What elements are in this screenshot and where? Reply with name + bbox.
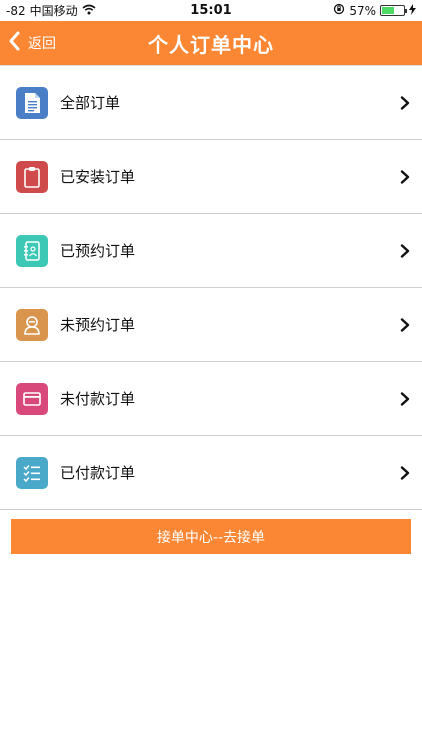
document-icon (16, 86, 48, 119)
battery-fill (382, 7, 394, 14)
menu-item-unpaid-orders[interactable]: 未付款订单 (0, 362, 422, 436)
menu-item-label: 已预约订单 (60, 242, 136, 260)
chevron-right-icon (398, 391, 412, 406)
page-title: 个人订单中心 (148, 32, 274, 57)
chevron-right-icon (398, 465, 412, 480)
chevron-right-icon (398, 169, 412, 184)
back-button[interactable]: 返回 (0, 21, 56, 65)
status-bar: -82 中国移动 15:01 57% (0, 0, 422, 21)
chevron-left-icon (8, 31, 20, 55)
orientation-lock-icon (333, 3, 345, 18)
signal-strength: -82 (6, 3, 26, 18)
battery-icon (380, 5, 407, 16)
menu-item-label: 未预约订单 (60, 316, 136, 334)
status-left: -82 中国移动 (6, 2, 96, 19)
chevron-right-icon (398, 95, 412, 110)
battery-percent: 57% (349, 3, 376, 18)
chevron-right-icon (398, 317, 412, 332)
wifi-icon (82, 4, 96, 18)
notebook-icon (16, 234, 48, 267)
menu-item-label: 已付款订单 (60, 464, 136, 482)
clipboard-icon (16, 160, 48, 193)
status-right: 57% (333, 3, 416, 18)
person-icon (16, 308, 48, 341)
charging-icon (409, 3, 416, 18)
menu-item-all-orders[interactable]: 全部订单 (0, 66, 422, 140)
menu-item-label: 未付款订单 (60, 390, 136, 408)
nav-bar: 返回 个人订单中心 (0, 21, 422, 65)
carrier-name: 中国移动 (29, 4, 78, 18)
menu-item-booked-orders[interactable]: 已预约订单 (0, 214, 422, 288)
menu-item-label: 已安装订单 (60, 168, 136, 186)
menu-item-installed-orders[interactable]: 已安装订单 (0, 140, 422, 214)
menu-item-paid-orders[interactable]: 已付款订单 (0, 436, 422, 510)
card-icon (16, 382, 48, 415)
chevron-right-icon (398, 243, 412, 258)
back-label: 返回 (28, 36, 56, 52)
accept-orders-button[interactable]: 接单中心--去接单 (11, 519, 411, 554)
checklist-icon (16, 456, 48, 489)
menu-item-unbooked-orders[interactable]: 未预约订单 (0, 288, 422, 362)
menu-item-label: 全部订单 (60, 94, 121, 112)
order-menu: 全部订单 已安装订单 已预约订单 未预约订单 未付款订单 已付款订单 (0, 65, 422, 510)
